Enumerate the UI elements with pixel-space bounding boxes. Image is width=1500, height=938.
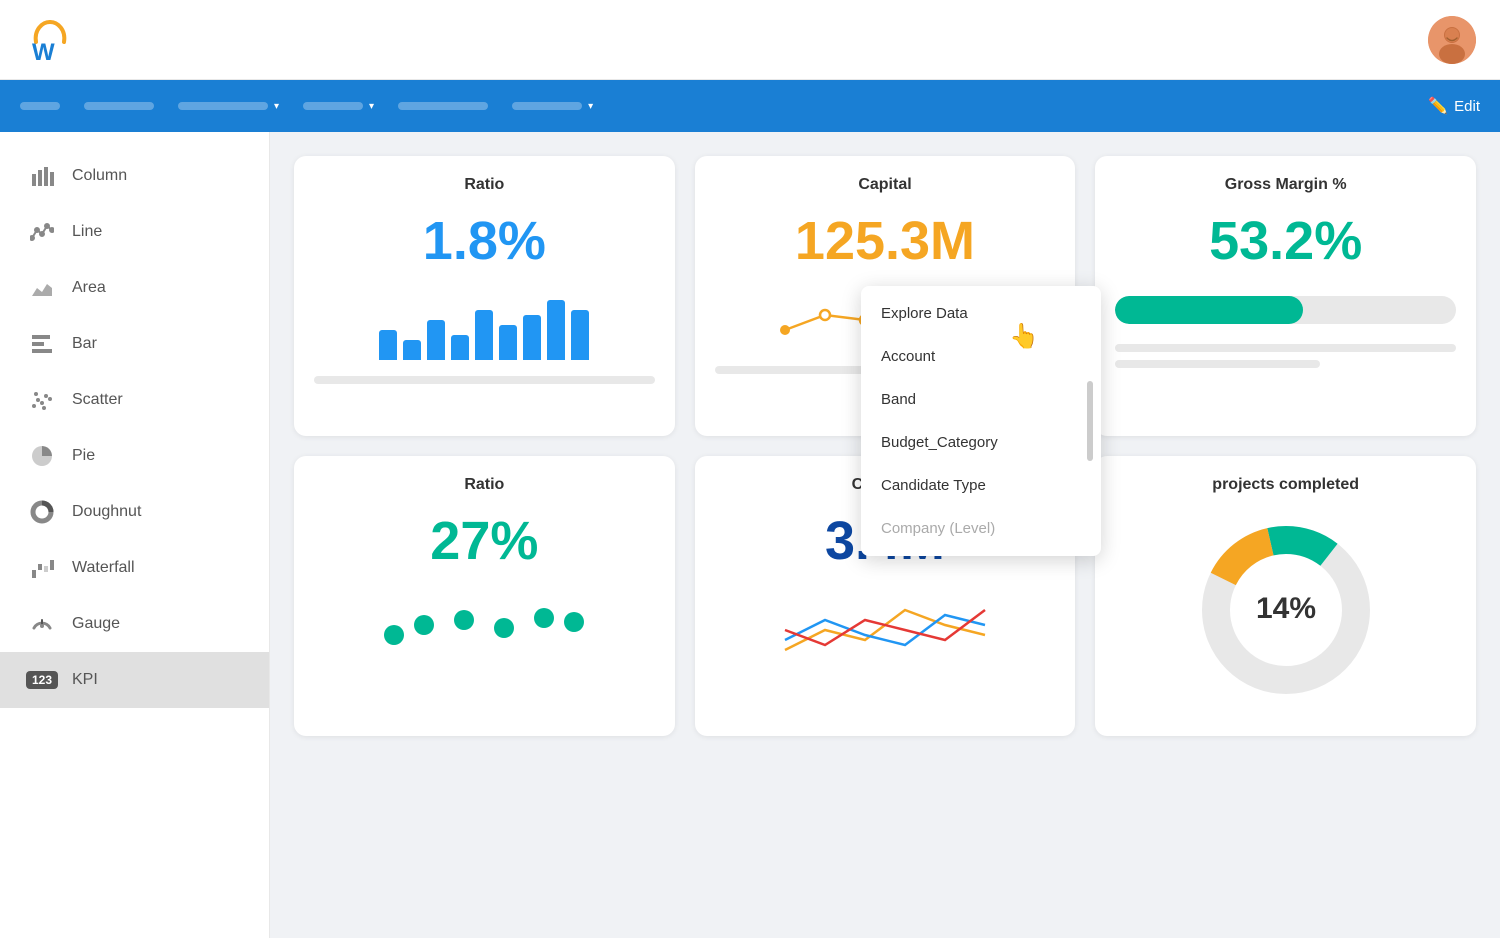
nav-item-2[interactable] (84, 102, 154, 110)
bar-horizontal-icon (28, 330, 56, 358)
sidebar-item-gauge[interactable]: Gauge (0, 596, 269, 652)
progress-bar-container (1115, 296, 1456, 324)
sidebar-item-doughnut-label: Doughnut (72, 503, 141, 521)
mini-bar-chart-1 (314, 280, 655, 360)
sidebar-item-line-label: Line (72, 223, 102, 241)
sidebar-item-scatter[interactable]: Scatter (0, 372, 269, 428)
pie-icon (28, 442, 56, 470)
sidebar-item-column[interactable]: Column (0, 148, 269, 204)
progress-bar-fill (1115, 296, 1302, 324)
bar-8 (547, 300, 565, 360)
main-content: Column Line Area (0, 132, 1500, 938)
dropdown-scrollbar (1087, 381, 1093, 461)
chart-footer-3b (1115, 360, 1319, 368)
dropdown-item-explore-data[interactable]: Explore Data (861, 292, 1101, 335)
chart-card-ratio-1: Ratio 1.8% (294, 156, 675, 436)
progress-bar-track (1115, 296, 1456, 324)
sidebar-item-pie[interactable]: Pie (0, 428, 269, 484)
chart-title-projects: projects completed (1115, 476, 1456, 494)
sidebar-item-pie-label: Pie (72, 447, 95, 465)
dashboard: Ratio 1.8% Capital 125.3M (270, 132, 1500, 938)
explore-data-dropdown: Explore Data Account Band Budget_Categor… (861, 286, 1101, 556)
chart-footer-3 (1115, 344, 1456, 352)
sidebar: Column Line Area (0, 132, 270, 938)
sidebar-item-scatter-label: Scatter (72, 391, 123, 409)
nav-item-3[interactable]: ▾ (178, 101, 279, 112)
dropdown-item-budget-category[interactable]: Budget_Category (861, 421, 1101, 464)
chart-value-ratio-2: 27% (314, 510, 655, 572)
sidebar-item-gauge-label: Gauge (72, 615, 120, 633)
sidebar-item-bar-label: Bar (72, 335, 97, 353)
bar-6 (499, 325, 517, 360)
nav-item-1[interactable] (20, 102, 60, 110)
dropdown-item-band[interactable]: Band (861, 378, 1101, 421)
chevron-down-icon-2: ▾ (369, 101, 374, 112)
nav-bar: ▾ ▾ ▾ ✏️ Edit (0, 80, 1500, 132)
bar-chart-icon (28, 162, 56, 190)
edit-icon: ✏️ (1428, 96, 1448, 116)
gauge-icon (28, 610, 56, 638)
chevron-down-icon-3: ▾ (588, 101, 593, 112)
chart-card-ratio-2: Ratio 27% (294, 456, 675, 736)
sidebar-item-waterfall-label: Waterfall (72, 559, 135, 577)
logo: W (24, 14, 76, 66)
svg-text:14%: 14% (1256, 592, 1316, 625)
bar-7 (523, 315, 541, 360)
kpi-badge: 123 (26, 671, 58, 689)
multi-line-chart (715, 580, 1056, 670)
sidebar-item-doughnut[interactable]: Doughnut (0, 484, 269, 540)
dropdown-item-account[interactable]: Account (861, 335, 1101, 378)
line-chart-icon (28, 218, 56, 246)
chart-value-gross-margin: 53.2% (1115, 210, 1456, 272)
sidebar-item-area-label: Area (72, 279, 106, 297)
bar-5 (475, 310, 493, 360)
nav-items: ▾ ▾ ▾ (20, 101, 593, 112)
chart-title-capital-1: Capital (715, 176, 1056, 194)
mini-scatter-chart (314, 580, 655, 660)
nav-item-5[interactable] (398, 102, 488, 110)
chart-card-capital-1: Capital 125.3M Explore (695, 156, 1076, 436)
sidebar-item-kpi-label: KPI (72, 671, 98, 689)
nav-item-4[interactable]: ▾ (303, 101, 374, 112)
sidebar-item-area[interactable]: Area (0, 260, 269, 316)
dropdown-item-company-level[interactable]: Company (Level) (861, 507, 1101, 550)
bar-3 (427, 320, 445, 360)
sidebar-item-column-label: Column (72, 167, 127, 185)
scatter-icon (28, 386, 56, 414)
chevron-down-icon-1: ▾ (274, 101, 279, 112)
chart-footer-1 (314, 376, 655, 384)
chart-value-ratio-1: 1.8% (314, 210, 655, 272)
waterfall-icon (28, 554, 56, 582)
chart-card-projects: projects completed 14% (1095, 456, 1476, 736)
chart-value-capital-1: 125.3M (715, 210, 1056, 272)
dashboard-grid: Ratio 1.8% Capital 125.3M (294, 156, 1476, 736)
bar-4 (451, 335, 469, 360)
chart-card-gross-margin: Gross Margin % 53.2% (1095, 156, 1476, 436)
dropdown-item-candidate-type[interactable]: Candidate Type (861, 464, 1101, 507)
nav-item-6[interactable]: ▾ (512, 101, 593, 112)
top-header: W (0, 0, 1500, 80)
chart-title-gross-margin: Gross Margin % (1115, 176, 1456, 194)
edit-button[interactable]: ✏️ Edit (1428, 96, 1480, 116)
chart-title-ratio-1: Ratio (314, 176, 655, 194)
svg-text:W: W (32, 39, 55, 66)
sidebar-item-bar[interactable]: Bar (0, 316, 269, 372)
sidebar-item-line[interactable]: Line (0, 204, 269, 260)
doughnut-icon (28, 498, 56, 526)
bar-1 (379, 330, 397, 360)
sidebar-item-kpi[interactable]: 123 KPI (0, 652, 269, 708)
area-chart-icon (28, 274, 56, 302)
user-avatar[interactable] (1428, 16, 1476, 64)
doughnut-container: 14% (1115, 510, 1456, 710)
chart-title-ratio-2: Ratio (314, 476, 655, 494)
sidebar-item-waterfall[interactable]: Waterfall (0, 540, 269, 596)
kpi-icon: 123 (28, 666, 56, 694)
bar-2 (403, 340, 421, 360)
bar-9 (571, 310, 589, 360)
